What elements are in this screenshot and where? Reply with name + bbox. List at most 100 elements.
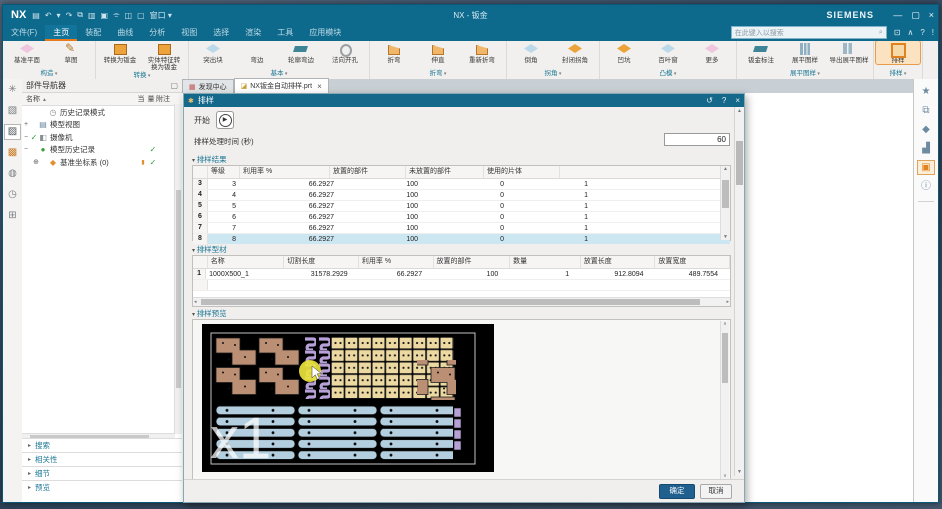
dialog-vscrollbar[interactable]: ▲▼ [734,107,744,476]
section-preview[interactable]: 排样预览 [192,308,227,319]
ribbon-tool[interactable]: 草图 [49,41,93,64]
search-icon[interactable]: ⌕ [879,29,883,37]
navigator-row[interactable]: − ✓ ◧ 摄像机 [22,131,182,144]
row-check[interactable]: ✓ [30,133,38,142]
undock-icon[interactable]: ▢ [170,81,178,90]
dialog-control-icon[interactable]: ↺ [706,96,713,105]
menu-utility-icon[interactable]: ⊡ [894,28,901,37]
expander-icon[interactable]: + [22,121,30,128]
col-placed-width[interactable]: 放置宽度 [655,256,730,268]
expander-icon[interactable]: − [22,146,30,153]
navigator-vscrollbar[interactable] [174,104,182,434]
column-quantity[interactable]: 量 [146,94,156,104]
ribbon-tool[interactable]: 排样 [876,41,920,64]
navigator-row[interactable]: ◷ 历史记录模式 [22,106,182,119]
dialog-title-bar[interactable]: ✱ 排样 ↺?× [184,94,744,107]
ribbon-tool[interactable]: 转换为钣金 [98,41,142,64]
navigator-section[interactable]: 预览 [22,480,182,494]
row-label[interactable]: 模型历史记录 [48,144,138,155]
ribbon-tool[interactable]: 百叶窗 [646,41,690,64]
cancel-button[interactable]: 取消 [700,484,732,499]
resource-bar-icon[interactable]: ⊞ [5,209,20,223]
sidebar-icon[interactable]: ⓘ [918,180,934,193]
column-name[interactable]: 名称 ▲ [22,94,136,104]
qat-icon[interactable]: ▥ [88,11,96,20]
col-placed[interactable]: 放置的部件 [434,256,511,268]
tab-close-icon[interactable]: × [317,82,322,91]
col-unplaced[interactable]: 未放置的部件 [406,166,484,178]
navigator-row[interactable]: ⊕ ◆ 基准坐标系 (0) ▮ ✓ [22,156,182,169]
table-row[interactable]: 7 7 66.2927 100 0 1 [193,223,730,234]
resource-bar-icon[interactable]: ▨ [5,125,20,139]
ribbon-group-label[interactable]: 排样 [876,69,920,79]
qat-icon[interactable]: ↷ [66,11,73,20]
column-current[interactable]: 当 [136,94,146,104]
ribbon-tool[interactable]: 法向开孔 [323,41,367,64]
ribbon-tool[interactable]: 封闭拐角 [553,41,597,64]
menu-tab[interactable]: 选择 [205,25,237,41]
ribbon-group-label[interactable]: 折弯 [372,69,504,79]
ribbon-group-label[interactable]: 凸模 [602,69,734,79]
resource-bar-icon[interactable]: ✳ [5,83,20,97]
col-utilization[interactable]: 利用率 % [240,166,330,178]
window-control-button[interactable]: × [929,10,934,21]
section-results[interactable]: 排样结果 [192,154,227,165]
ribbon-tool[interactable]: 弯边 [235,41,279,64]
col-sheets[interactable]: 使用的片体 [484,166,560,178]
qat-icon[interactable]: ▤ [32,11,40,20]
dialog-control-icon[interactable]: ? [722,96,726,105]
qat-icon[interactable]: 窗口 ▾ [150,10,172,21]
resource-bar-icon[interactable]: ▩ [5,146,20,160]
ribbon-tool[interactable]: 钣金标注 [739,41,783,64]
col-placed-length[interactable]: 放置长度 [581,256,656,268]
sidebar-icon[interactable]: ▣ [918,161,934,174]
expander-icon[interactable]: − [22,134,30,141]
menu-tab[interactable]: 装配 [77,25,109,41]
table-row[interactable]: 8 8 66.2927 100 0 1 [193,234,730,245]
table-row[interactable]: 6 6 66.2927 100 0 1 [193,212,730,223]
tab-active-part[interactable]: ◪ NX钣金自动排样.prt × [234,78,329,93]
qat-icon[interactable]: ▾ [57,11,61,20]
nesting-preview-canvas[interactable]: x1 [202,324,494,472]
col-cut-length[interactable]: 切割长度 [284,256,359,268]
ribbon-tool[interactable]: 实体特征转 换为钣金 [142,41,186,71]
resource-bar-icon[interactable]: ◷ [5,188,20,202]
search-input[interactable]: 在此键入以搜索 ⌕ [731,26,887,39]
ribbon-tool[interactable]: 轮廓弯边 [279,41,323,64]
table-row[interactable]: 5 5 66.2927 100 0 1 [193,201,730,212]
sidebar-icon[interactable]: ▟ [918,142,934,155]
row-label[interactable]: 模型视图 [48,119,138,130]
column-note[interactable]: 附注 [156,94,182,104]
ribbon-group-label[interactable]: 展平图样 [739,69,871,79]
navigator-row[interactable]: + ▤ 模型视图 [22,119,182,132]
results-vscrollbar[interactable]: ▲▼ [720,166,730,240]
table-row[interactable]: 3 3 66.2927 100 0 1 [193,179,730,190]
ribbon-tool[interactable]: 展平图样 [783,41,827,64]
resource-bar-icon[interactable]: ▧ [5,104,20,118]
menu-tab[interactable]: 分析 [141,25,173,41]
qat-icon[interactable]: ⌯ [113,10,119,20]
ribbon-tool[interactable]: 导出展平图样 [827,41,871,64]
ribbon-tool[interactable]: 伸直 [416,41,460,64]
menu-tab[interactable]: 文件(F) [3,25,45,41]
ribbon-tool[interactable]: 基准平面 [5,41,49,64]
ribbon-tool[interactable]: 折弯 [372,41,416,64]
menu-utility-icon[interactable]: ! [932,28,934,37]
col-utilization[interactable]: 利用率 % [359,256,434,268]
ribbon-tool[interactable]: 重新折弯 [460,41,504,64]
row-label[interactable]: 基准坐标系 (0) [58,157,138,168]
menu-tab[interactable]: 应用模块 [301,25,349,41]
ribbon-tool[interactable]: 凹坑 [602,41,646,64]
row-label[interactable]: 历史记录模式 [58,107,138,118]
window-control-button[interactable]: — [893,10,902,21]
tab-discovery-center[interactable]: ▦ 发现中心 [182,79,234,93]
start-button[interactable]: ▶ [216,111,234,129]
profiles-hscrollbar[interactable]: ◂▸ [193,297,730,306]
window-control-button[interactable]: ▢ [911,10,920,21]
menu-tab[interactable]: 主页 [45,25,77,41]
col-placed[interactable]: 放置的部件 [330,166,406,178]
ribbon-tool[interactable]: 倒角 [509,41,553,64]
sidebar-icon[interactable]: ⧉ [918,104,934,117]
row-label[interactable]: 摄像机 [48,132,138,143]
ribbon-group-label[interactable]: 拐角 [509,69,597,79]
